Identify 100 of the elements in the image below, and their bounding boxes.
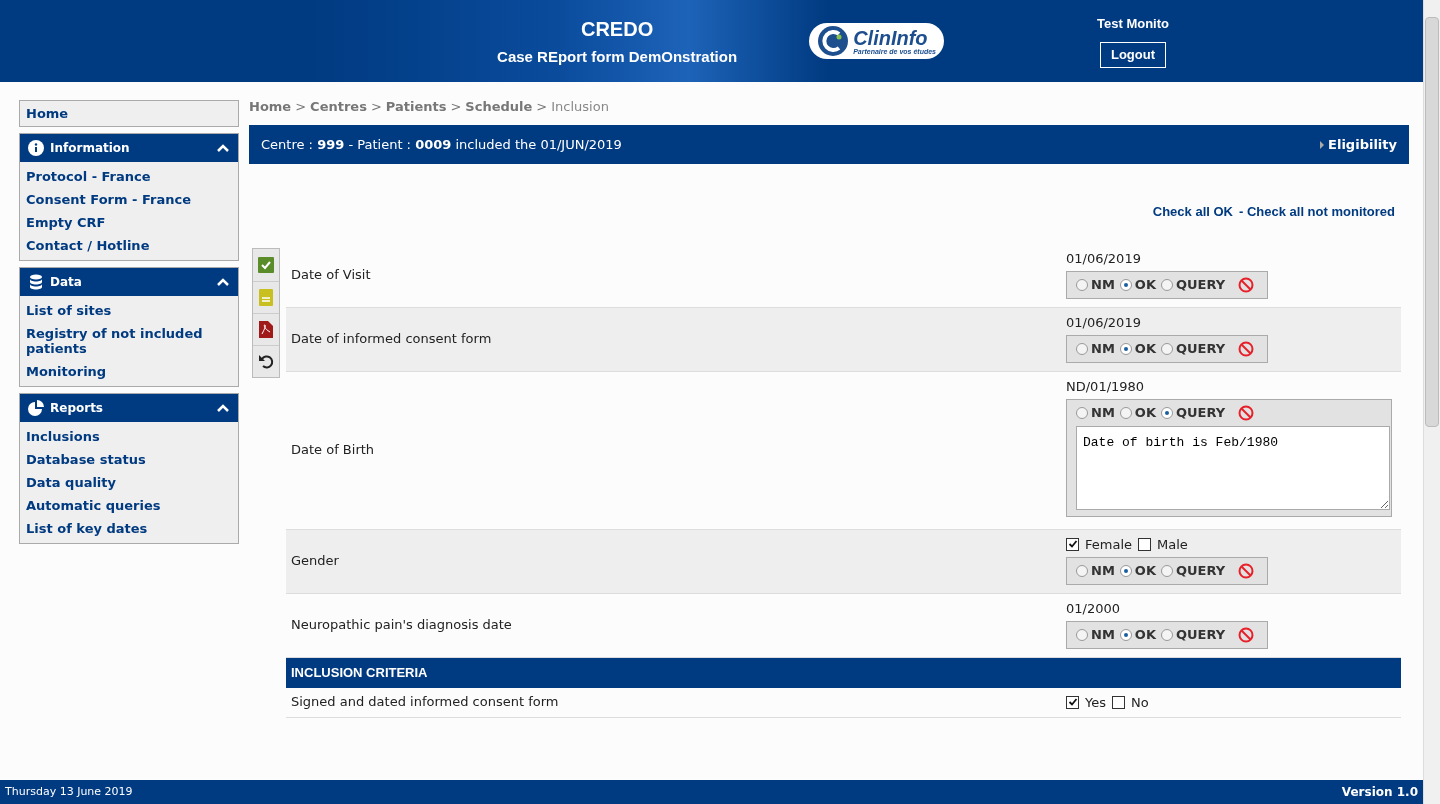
radio-button[interactable] — [1076, 564, 1088, 577]
field-label: Signed and dated informed consent form — [290, 693, 560, 712]
database-icon — [28, 274, 44, 290]
breadcrumb-link[interactable]: Patients — [385, 97, 447, 117]
sidebar-section-header[interactable]: Data — [20, 268, 238, 296]
sidebar-link[interactable]: Registry of not included patients — [26, 322, 232, 360]
sidebar-link[interactable]: Protocol - France — [26, 165, 232, 188]
check-icon[interactable] — [258, 256, 274, 273]
radio-button[interactable] — [1119, 342, 1132, 355]
sidebar-link[interactable]: Consent Form - France — [26, 188, 232, 211]
field-label: Gender — [290, 552, 340, 571]
radio-button[interactable] — [1119, 628, 1132, 641]
app-subtitle: Case REport form DemOnstration — [497, 46, 738, 67]
sidebar-link[interactable]: Database status — [26, 448, 232, 471]
checkbox[interactable] — [1112, 695, 1125, 709]
sidebar-section-header[interactable]: Reports — [20, 394, 238, 422]
radio-button[interactable] — [1160, 342, 1173, 355]
check-all-link[interactable]: - Check all not monitored — [1239, 202, 1395, 222]
sidebar-link[interactable]: Inclusions — [26, 425, 232, 448]
radio-label: QUERY — [1175, 275, 1226, 294]
pdf-icon[interactable] — [259, 320, 273, 338]
radio-label: OK — [1134, 625, 1156, 644]
forbidden-icon[interactable] — [1238, 404, 1255, 421]
checkbox[interactable] — [1066, 695, 1079, 709]
radio-label: OK — [1134, 403, 1156, 422]
pie-chart-icon — [28, 400, 44, 416]
radio-button[interactable] — [1160, 628, 1173, 641]
radio-label: QUERY — [1175, 403, 1226, 422]
logout-button[interactable]: Logout — [1099, 41, 1166, 68]
version-label: Version 1.0 — [1341, 784, 1418, 801]
breadcrumb-link[interactable]: Centres — [310, 97, 367, 117]
forbidden-icon[interactable] — [1238, 276, 1255, 293]
home-link[interactable]: Home — [19, 100, 239, 127]
scrollbar[interactable] — [1423, 0, 1440, 804]
radio-button[interactable] — [1119, 278, 1132, 291]
forbidden-icon[interactable] — [1238, 626, 1255, 643]
breadcrumb-separator: > — [295, 98, 307, 117]
info-icon — [28, 140, 44, 156]
field-label: Date of informed consent form — [290, 330, 493, 349]
breadcrumb-separator: > — [450, 98, 462, 117]
chevron-up-icon[interactable] — [216, 403, 230, 413]
query-text-area[interactable]: Date of birth is Feb/1980 — [1076, 425, 1390, 510]
radio-button[interactable] — [1119, 406, 1132, 419]
radio-label: OK — [1134, 561, 1156, 580]
radio-label: NM — [1091, 625, 1115, 644]
radio-button[interactable] — [1119, 564, 1132, 577]
section-title: Reports — [50, 400, 104, 417]
breadcrumb-link[interactable]: Schedule — [465, 97, 533, 117]
breadcrumb-current: Inclusion — [551, 98, 609, 117]
chevron-up-icon[interactable] — [216, 277, 230, 287]
sidebar-link[interactable]: Empty CRF — [26, 211, 232, 234]
sidebar-link[interactable]: Data quality — [26, 471, 232, 494]
breadcrumb-separator: > — [536, 98, 548, 117]
user-name: Test Monito — [1097, 15, 1169, 34]
section-title: Information — [50, 140, 131, 157]
chevron-up-icon[interactable] — [216, 143, 230, 153]
app-title: CREDO — [581, 16, 654, 42]
sidebar-link[interactable]: Automatic queries — [26, 494, 232, 517]
logo-name: ClinInfo — [853, 27, 929, 48]
sidebar-link[interactable]: Contact / Hotline — [26, 234, 232, 257]
field-label: Date of Visit — [290, 266, 372, 285]
checkbox-label: Yes — [1085, 695, 1106, 709]
radio-button[interactable] — [1160, 564, 1173, 577]
patient-info: Centre : 999 - Patient : 0009 included the 01/JUN/2019 — [261, 135, 622, 154]
checkbox[interactable] — [1066, 537, 1079, 551]
section-header: INCLUSION CRITERIA — [286, 657, 1401, 688]
radio-label: NM — [1091, 339, 1115, 358]
field-label: Neuropathic pain's diagnosis date — [290, 616, 513, 635]
sidebar-link[interactable]: List of sites — [26, 299, 232, 322]
radio-label: OK — [1134, 275, 1156, 294]
section-title: Data — [50, 274, 83, 291]
radio-button[interactable] — [1076, 342, 1088, 355]
radio-button[interactable] — [1076, 628, 1088, 641]
forbidden-icon[interactable] — [1238, 562, 1255, 579]
checkbox-label: No — [1131, 695, 1149, 709]
check-all-link[interactable]: Check all OK — [1152, 202, 1233, 222]
radio-label: NM — [1091, 403, 1115, 422]
sidebar-link[interactable]: List of key dates — [26, 517, 232, 540]
breadcrumb-separator: > — [370, 98, 382, 117]
eligibility-link[interactable]: Eligibility — [1320, 134, 1397, 155]
current-date: Thursday 13 June 2019 — [5, 783, 133, 800]
radio-label: QUERY — [1175, 625, 1226, 644]
radio-label: NM — [1091, 275, 1115, 294]
radio-label: QUERY — [1175, 561, 1226, 580]
undo-icon[interactable] — [258, 353, 274, 369]
radio-label: QUERY — [1175, 339, 1226, 358]
checkbox[interactable] — [1138, 537, 1151, 551]
sidebar-section-header[interactable]: Information — [20, 134, 238, 162]
sidebar-link[interactable]: Monitoring — [26, 360, 232, 383]
radio-button[interactable] — [1160, 278, 1173, 291]
breadcrumb-link[interactable]: Home — [249, 97, 292, 117]
checkbox-label: Male — [1157, 537, 1188, 551]
radio-label: OK — [1134, 339, 1156, 358]
radio-button[interactable] — [1076, 406, 1088, 419]
checkbox-label: Female — [1085, 537, 1132, 551]
radio-button[interactable] — [1160, 406, 1173, 419]
radio-button[interactable] — [1076, 278, 1088, 291]
field-value: 01/06/2019 — [1066, 315, 1142, 329]
field-label: Date of Birth — [290, 441, 376, 460]
forbidden-icon[interactable] — [1238, 340, 1255, 357]
